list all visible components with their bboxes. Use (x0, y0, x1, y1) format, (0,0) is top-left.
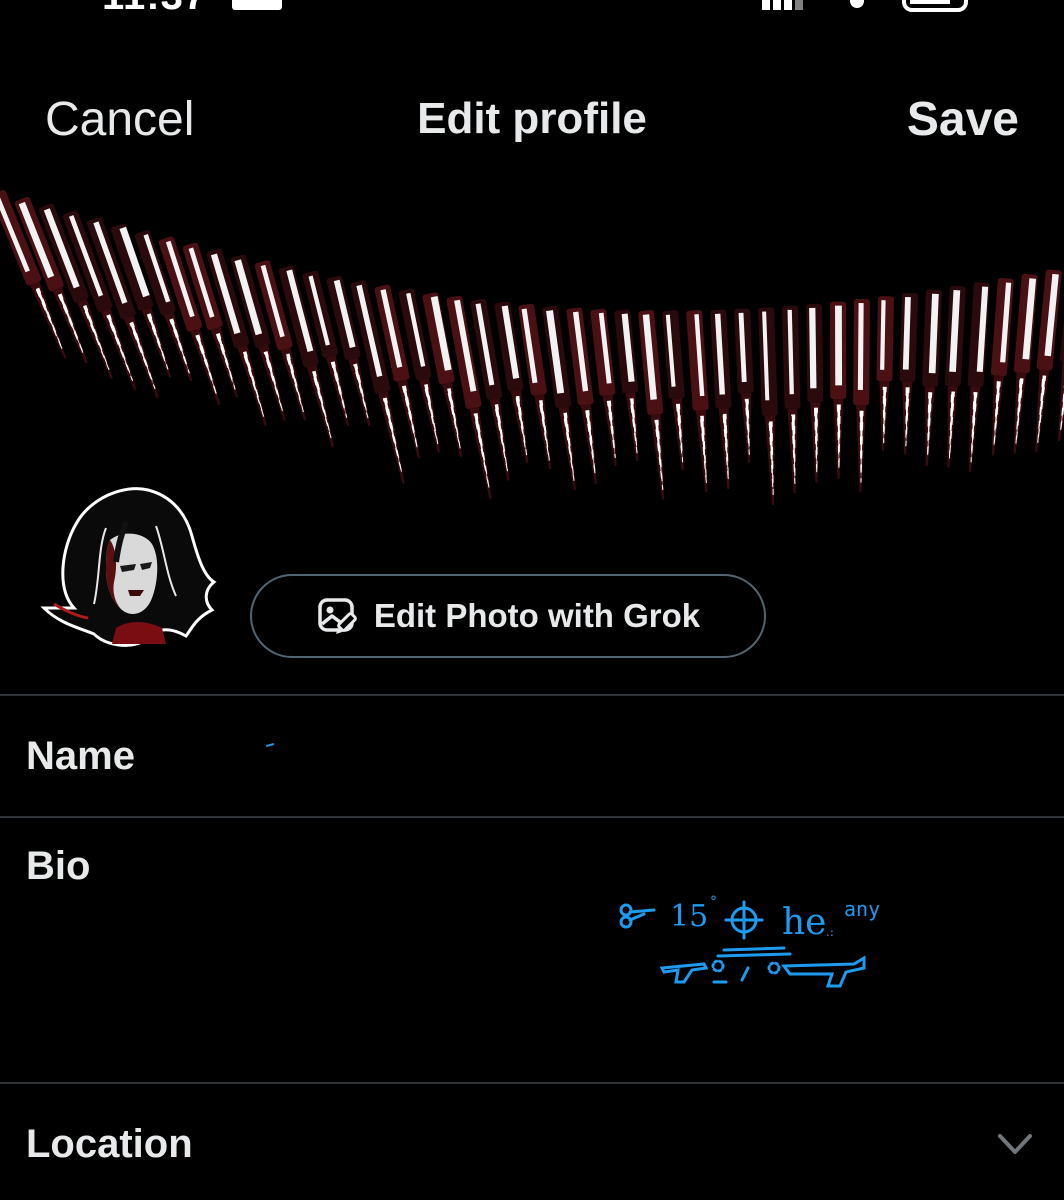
divider (0, 694, 1064, 696)
banner-bullet (967, 282, 990, 472)
name-input[interactable] (250, 720, 1040, 800)
banner-bullet (944, 285, 966, 468)
banner-bullet (922, 289, 942, 467)
top-nav: Cancel Edit profile Save (0, 80, 1064, 160)
svg-text:he: he (782, 902, 827, 943)
divider (0, 1082, 1064, 1084)
status-bar: 11:37 (0, 0, 1064, 22)
page-title: Edit profile (417, 94, 647, 143)
chevron-down-icon[interactable] (996, 1130, 1034, 1158)
banner-bullet (710, 309, 732, 490)
wifi-icon (850, 0, 864, 8)
banner-bullet (853, 299, 870, 493)
battery-icon (902, 0, 968, 12)
divider (0, 816, 1064, 818)
bio-decorative-art: 15 ° he any .: (619, 894, 880, 988)
svg-text:.:: .: (826, 925, 834, 939)
edit-photo-with-grok-button[interactable]: Edit Photo with Grok (250, 574, 766, 658)
sleep-focus-icon (232, 0, 282, 10)
edit-profile-screen: 11:37 Cancel Edit profile Save (0, 0, 1064, 1200)
photo-edit-icon (318, 598, 357, 634)
location-input[interactable] (250, 1096, 1040, 1196)
bio-label: Bio (26, 844, 91, 888)
banner-bullet (806, 303, 824, 483)
svg-text:15: 15 (670, 899, 708, 934)
save-button[interactable]: Save (907, 92, 1019, 147)
location-label: Location (26, 1122, 193, 1166)
name-label: Name (26, 734, 135, 778)
banner-bullet (662, 310, 685, 471)
signal-icon (762, 0, 803, 10)
banner-bullet (830, 301, 847, 479)
banner-bullet (990, 278, 1014, 456)
banner-bullet (686, 310, 709, 493)
banner-bullet (899, 292, 918, 455)
svg-text:°: ° (710, 894, 717, 910)
edit-photo-with-grok-label: Edit Photo with Grok (373, 597, 701, 634)
svg-text:any: any (844, 897, 880, 921)
avatar[interactable] (36, 478, 222, 650)
banner-bullet (758, 307, 778, 505)
banner-bullet (876, 296, 894, 451)
header-banner-image[interactable] (0, 178, 1064, 518)
banner-bullet (734, 308, 754, 463)
banner-bullet (782, 305, 801, 494)
status-time: 11:37 (102, 0, 207, 19)
avatar-portrait (40, 487, 217, 647)
banner-artwork (0, 190, 1064, 505)
